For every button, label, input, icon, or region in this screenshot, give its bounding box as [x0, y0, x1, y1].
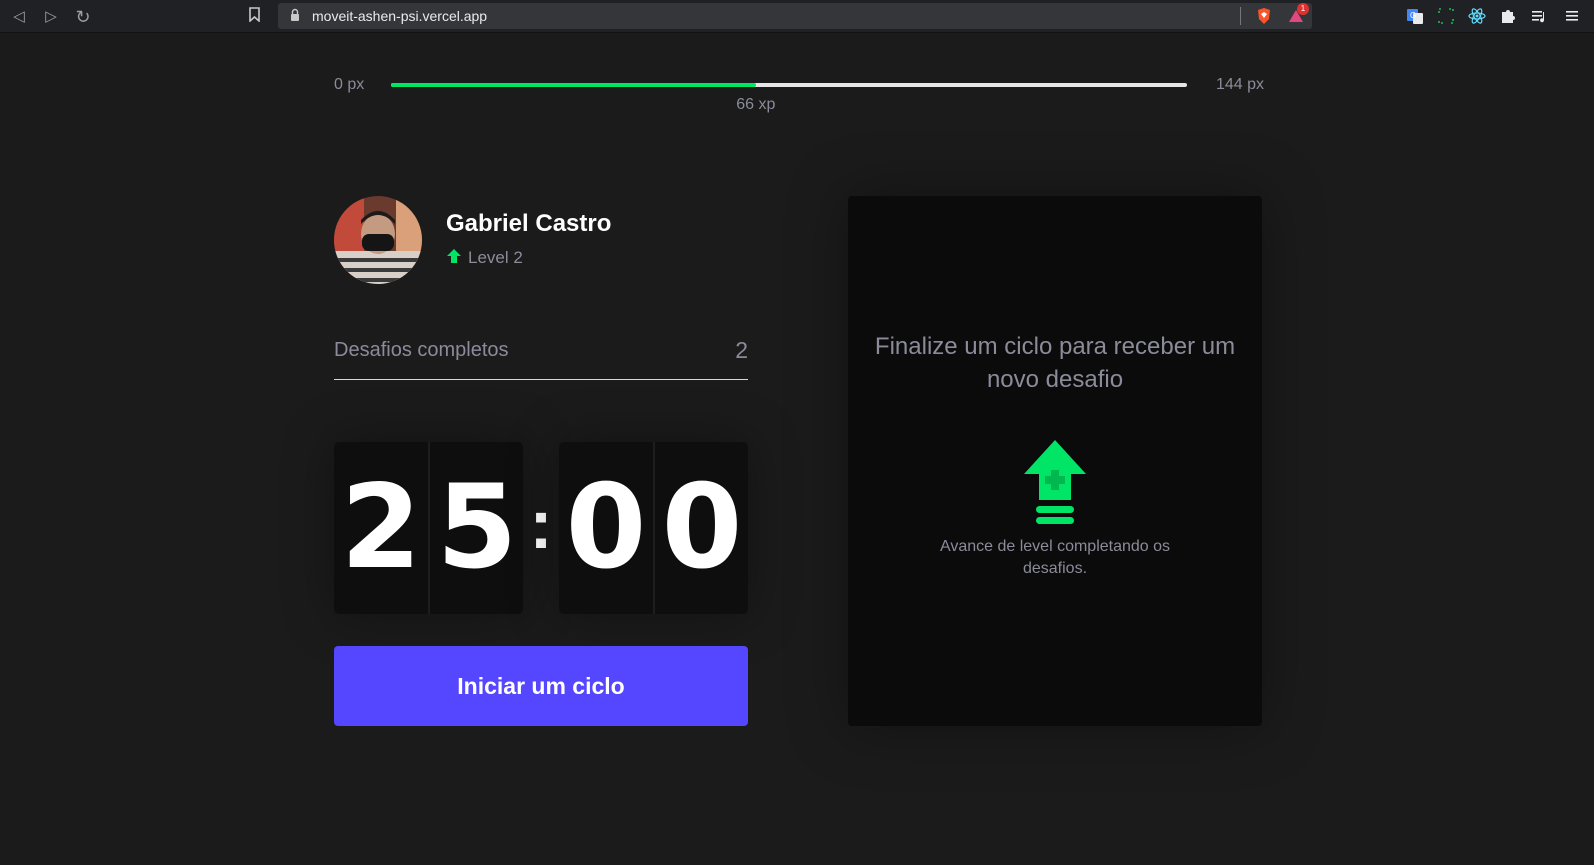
- xp-track: [391, 83, 1187, 87]
- challenges-label: Desafios completos: [334, 339, 509, 361]
- second-digit-right: 0: [661, 460, 743, 595]
- minute-digit-left: 2: [340, 460, 422, 595]
- challenge-box: Finalize um ciclo para receber um novo d…: [848, 196, 1262, 726]
- countdown-seconds: 0 0: [559, 442, 748, 614]
- xp-current-label: 66 xp: [736, 96, 776, 113]
- experience-bar: 0 px 66 xp 144 px: [334, 76, 1264, 136]
- xp-min-label: 0 px: [334, 76, 365, 93]
- profile: Gabriel Castro Level 2: [334, 196, 754, 286]
- reload-icon[interactable]: ↻: [72, 6, 94, 28]
- address-bar[interactable]: moveit-ashen-psi.vercel.app: [278, 3, 1312, 29]
- bookmark-icon[interactable]: [249, 7, 260, 22]
- notification-badge: 1: [1297, 3, 1309, 15]
- countdown-minutes: 2 5: [334, 442, 523, 614]
- avatar: [334, 196, 422, 284]
- xp-fill: [391, 83, 756, 87]
- media-queue-icon[interactable]: [1529, 6, 1549, 26]
- back-icon[interactable]: ◁: [8, 6, 30, 28]
- user-name: Gabriel Castro: [446, 210, 612, 237]
- minute-digit-right: 5: [436, 460, 518, 595]
- countdown: 2 5 : 0 0: [334, 442, 748, 614]
- browser-toolbar: ◁ ▷ ↻ moveit-ashen-psi.vercel.app 1 G: [0, 0, 1594, 33]
- user-level: Level 2: [468, 248, 523, 267]
- xp-max-label: 144 px: [1215, 76, 1264, 93]
- brave-rewards-icon[interactable]: 1: [1286, 3, 1309, 26]
- url-text: moveit-ashen-psi.vercel.app: [312, 8, 488, 24]
- level-up-icon: [1024, 440, 1086, 524]
- react-devtools-icon[interactable]: [1467, 6, 1487, 26]
- screenshot-icon[interactable]: [1436, 6, 1456, 26]
- challenges-count: 2: [735, 337, 748, 363]
- page: 0 px 66 xp 144 px Gabriel Castro Level 2…: [0, 34, 1594, 865]
- level-up-icon: [447, 249, 461, 263]
- avatar-photo: [334, 196, 422, 284]
- completed-challenges: Desafios completos 2: [334, 332, 748, 380]
- forward-icon[interactable]: ▷: [40, 6, 62, 28]
- countdown-separator: :: [529, 485, 553, 563]
- start-cycle-button[interactable]: Iniciar um ciclo: [334, 646, 748, 726]
- challenge-box-description: Avance de level completando os desafios.: [939, 538, 1171, 577]
- menu-icon[interactable]: [1562, 6, 1582, 26]
- lock-icon: [291, 8, 299, 21]
- translate-icon[interactable]: G: [1405, 6, 1425, 26]
- svg-text:G: G: [1410, 11, 1416, 20]
- toolbar-separator: [1240, 7, 1241, 25]
- challenge-box-title: Finalize um ciclo para receber um novo d…: [874, 333, 1236, 393]
- extensions-puzzle-icon[interactable]: [1498, 6, 1518, 26]
- brave-shield-icon[interactable]: [1254, 6, 1274, 26]
- second-digit-left: 0: [565, 460, 647, 595]
